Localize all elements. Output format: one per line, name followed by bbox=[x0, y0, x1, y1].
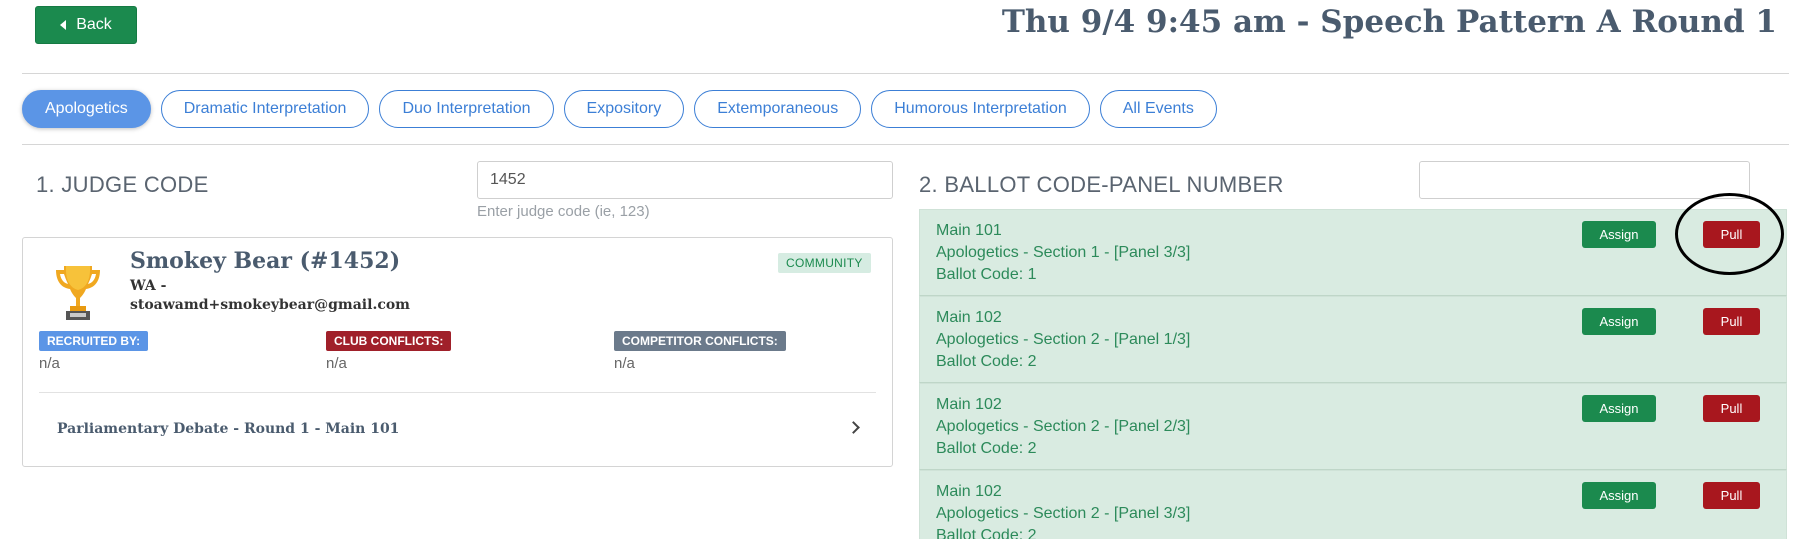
community-badge: COMMUNITY bbox=[778, 253, 871, 273]
tab-expository[interactable]: Expository bbox=[563, 90, 685, 128]
ballot-room: Main 102 bbox=[936, 396, 1002, 413]
ballot-row: Main 102 Apologetics - Section 2 - [Pane… bbox=[919, 470, 1787, 539]
ballot-code-heading: 2. BALLOT CODE-PANEL NUMBER bbox=[919, 172, 1284, 197]
pull-button[interactable]: Pull bbox=[1703, 482, 1760, 509]
chevron-right-icon[interactable] bbox=[847, 421, 860, 434]
card-divider bbox=[39, 392, 876, 393]
assign-button[interactable]: Assign bbox=[1582, 395, 1656, 422]
ballot-code: Ballot Code: 2 bbox=[936, 440, 1037, 457]
competitor-conflicts-badge: COMPETITOR CONFLICTS: bbox=[614, 331, 786, 351]
ballot-row: Main 102 Apologetics - Section 2 - [Pane… bbox=[919, 296, 1787, 383]
club-conflicts-value: n/a bbox=[326, 355, 347, 372]
ballot-room: Main 102 bbox=[936, 483, 1002, 500]
judge-code-heading: 1. JUDGE CODE bbox=[36, 172, 209, 197]
ballot-row: Main 102 Apologetics - Section 2 - [Pane… bbox=[919, 383, 1787, 470]
pull-button[interactable]: Pull bbox=[1703, 395, 1760, 422]
back-button[interactable]: Back bbox=[35, 6, 137, 44]
tab-all-events[interactable]: All Events bbox=[1099, 90, 1217, 128]
caret-left-icon bbox=[60, 20, 67, 30]
competitor-conflicts-value: n/a bbox=[614, 355, 635, 372]
judge-code-input[interactable] bbox=[477, 161, 893, 199]
ballot-room: Main 101 bbox=[936, 222, 1002, 239]
judge-code-help: Enter judge code (ie, 123) bbox=[477, 203, 650, 220]
ballot-code: Ballot Code: 2 bbox=[936, 527, 1037, 539]
judge-assignment-link[interactable]: Parliamentary Debate - Round 1 - Main 10… bbox=[57, 421, 399, 437]
event-tabs: Apologetics Dramatic Interpretation Duo … bbox=[22, 90, 1217, 128]
tabs-divider bbox=[22, 144, 1789, 145]
judge-name: Smokey Bear (#1452) bbox=[130, 248, 401, 274]
header-divider bbox=[22, 73, 1789, 74]
recruited-by-badge: RECRUITED BY: bbox=[39, 331, 149, 351]
judge-state: WA - bbox=[130, 278, 167, 294]
assign-button[interactable]: Assign bbox=[1582, 482, 1656, 509]
ballot-code-input[interactable] bbox=[1419, 161, 1750, 199]
assign-button[interactable]: Assign bbox=[1582, 308, 1656, 335]
ballot-section: Apologetics - Section 2 - [Panel 3/3] bbox=[936, 505, 1191, 522]
tab-apologetics[interactable]: Apologetics bbox=[22, 90, 151, 128]
pull-button[interactable]: Pull bbox=[1703, 221, 1760, 248]
tab-dramatic-interpretation[interactable]: Dramatic Interpretation bbox=[160, 90, 370, 128]
judge-email: stoawamd+smokeybear@gmail.com bbox=[130, 297, 410, 313]
ballot-code: Ballot Code: 1 bbox=[936, 266, 1037, 283]
page-title: Thu 9/4 9:45 am - Speech Pattern A Round… bbox=[1001, 4, 1777, 40]
ballot-section: Apologetics - Section 1 - [Panel 3/3] bbox=[936, 244, 1191, 261]
recruited-by-value: n/a bbox=[39, 355, 60, 372]
ballot-list: Main 101 Apologetics - Section 1 - [Pane… bbox=[919, 209, 1787, 539]
ballot-room: Main 102 bbox=[936, 309, 1002, 326]
ballot-code: Ballot Code: 2 bbox=[936, 353, 1037, 370]
tab-extemporaneous[interactable]: Extemporaneous bbox=[694, 90, 862, 128]
assign-button[interactable]: Assign bbox=[1582, 221, 1656, 248]
tab-humorous-interpretation[interactable]: Humorous Interpretation bbox=[871, 90, 1090, 128]
pull-button[interactable]: Pull bbox=[1703, 308, 1760, 335]
tab-duo-interpretation[interactable]: Duo Interpretation bbox=[379, 90, 554, 128]
trophy-icon bbox=[56, 266, 100, 320]
ballot-section: Apologetics - Section 2 - [Panel 2/3] bbox=[936, 418, 1191, 435]
judge-card: Smokey Bear (#1452) WA - stoawamd+smokey… bbox=[22, 237, 893, 467]
ballot-row: Main 101 Apologetics - Section 1 - [Pane… bbox=[919, 209, 1787, 296]
club-conflicts-badge: CLUB CONFLICTS: bbox=[326, 331, 452, 351]
back-button-label: Back bbox=[76, 16, 112, 33]
ballot-section: Apologetics - Section 2 - [Panel 1/3] bbox=[936, 331, 1191, 348]
